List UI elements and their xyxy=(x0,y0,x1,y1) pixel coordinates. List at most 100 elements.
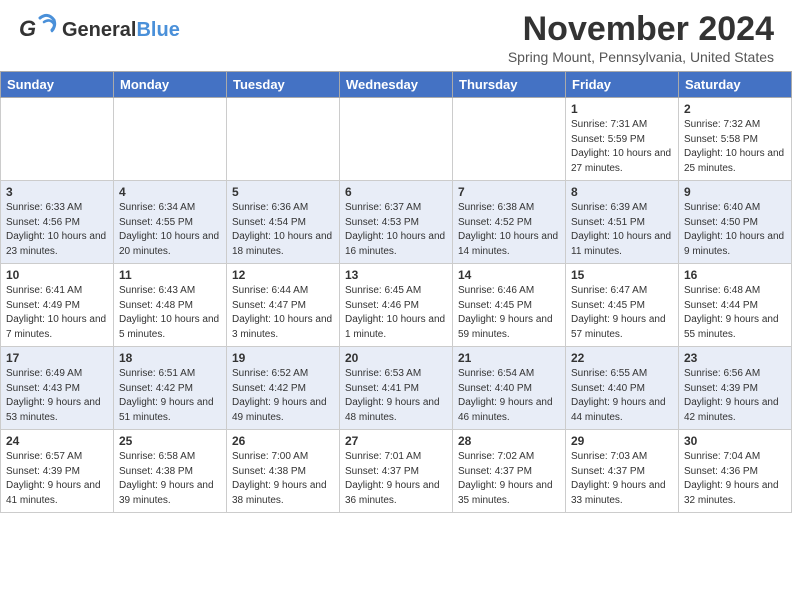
day-info: Sunrise: 6:54 AM Sunset: 4:40 PM Dayligh… xyxy=(458,367,560,425)
day-number: 21 xyxy=(458,351,560,365)
day-of-week-header: Tuesday xyxy=(227,72,340,98)
calendar-cell: 5 Sunrise: 6:36 AM Sunset: 4:54 PM Daylig… xyxy=(227,181,340,264)
day-number: 7 xyxy=(458,185,560,199)
day-info: Sunrise: 6:51 AM Sunset: 4:42 PM Dayligh… xyxy=(119,367,221,425)
day-info: Sunrise: 7:32 AM Sunset: 5:58 PM Dayligh… xyxy=(684,118,786,176)
logo-general: General xyxy=(62,19,136,42)
day-info: Sunrise: 6:44 AM Sunset: 4:47 PM Dayligh… xyxy=(232,284,334,342)
day-number: 24 xyxy=(6,434,108,448)
calendar-cell: 21 Sunrise: 6:54 AM Sunset: 4:40 PM Dayli… xyxy=(453,347,566,430)
day-number: 2 xyxy=(684,102,786,116)
day-number: 4 xyxy=(119,185,221,199)
day-info: Sunrise: 6:55 AM Sunset: 4:40 PM Dayligh… xyxy=(571,367,673,425)
calendar-cell xyxy=(114,98,227,181)
calendar-cell xyxy=(1,98,114,181)
day-info: Sunrise: 6:57 AM Sunset: 4:39 PM Dayligh… xyxy=(6,450,108,508)
calendar-week-row: 24 Sunrise: 6:57 AM Sunset: 4:39 PM Dayli… xyxy=(1,430,792,513)
day-number: 28 xyxy=(458,434,560,448)
calendar-cell: 4 Sunrise: 6:34 AM Sunset: 4:55 PM Daylig… xyxy=(114,181,227,264)
calendar-cell: 25Sunrise: 6:58 AM Sunset: 4:38 PM Dayli… xyxy=(114,430,227,513)
day-number: 5 xyxy=(232,185,334,199)
calendar-table: SundayMondayTuesdayWednesdayThursdayFrid… xyxy=(0,71,792,513)
day-number: 13 xyxy=(345,268,447,282)
day-info: Sunrise: 7:01 AM Sunset: 4:37 PM Dayligh… xyxy=(345,450,447,508)
calendar-cell: 7 Sunrise: 6:38 AM Sunset: 4:52 PM Daylig… xyxy=(453,181,566,264)
calendar-cell: 28Sunrise: 7:02 AM Sunset: 4:37 PM Dayli… xyxy=(453,430,566,513)
day-number: 23 xyxy=(684,351,786,365)
day-number: 9 xyxy=(684,185,786,199)
calendar-cell: 10 Sunrise: 6:41 AM Sunset: 4:49 PM Dayli… xyxy=(1,264,114,347)
calendar-cell: 1 Sunrise: 7:31 AM Sunset: 5:59 PM Daylig… xyxy=(566,98,679,181)
calendar-cell: 30Sunrise: 7:04 AM Sunset: 4:36 PM Dayli… xyxy=(679,430,792,513)
day-number: 26 xyxy=(232,434,334,448)
day-info: Sunrise: 6:41 AM Sunset: 4:49 PM Dayligh… xyxy=(6,284,108,342)
day-number: 29 xyxy=(571,434,673,448)
calendar-week-row: 10 Sunrise: 6:41 AM Sunset: 4:49 PM Dayli… xyxy=(1,264,792,347)
day-number: 20 xyxy=(345,351,447,365)
calendar-header-row: SundayMondayTuesdayWednesdayThursdayFrid… xyxy=(1,72,792,98)
day-info: Sunrise: 6:56 AM Sunset: 4:39 PM Dayligh… xyxy=(684,367,786,425)
day-number: 3 xyxy=(6,185,108,199)
day-info: Sunrise: 6:37 AM Sunset: 4:53 PM Dayligh… xyxy=(345,201,447,259)
day-of-week-header: Wednesday xyxy=(340,72,453,98)
logo: G General Blue xyxy=(18,10,180,50)
day-number: 14 xyxy=(458,268,560,282)
svg-text:G: G xyxy=(19,16,36,41)
calendar-week-row: 1 Sunrise: 7:31 AM Sunset: 5:59 PM Daylig… xyxy=(1,98,792,181)
day-info: Sunrise: 6:49 AM Sunset: 4:43 PM Dayligh… xyxy=(6,367,108,425)
day-info: Sunrise: 6:53 AM Sunset: 4:41 PM Dayligh… xyxy=(345,367,447,425)
day-info: Sunrise: 6:33 AM Sunset: 4:56 PM Dayligh… xyxy=(6,201,108,259)
calendar-cell: 6 Sunrise: 6:37 AM Sunset: 4:53 PM Daylig… xyxy=(340,181,453,264)
day-of-week-header: Monday xyxy=(114,72,227,98)
day-of-week-header: Thursday xyxy=(453,72,566,98)
calendar-cell: 22Sunrise: 6:55 AM Sunset: 4:40 PM Dayli… xyxy=(566,347,679,430)
calendar-cell: 11 Sunrise: 6:43 AM Sunset: 4:48 PM Dayli… xyxy=(114,264,227,347)
day-info: Sunrise: 7:31 AM Sunset: 5:59 PM Dayligh… xyxy=(571,118,673,176)
day-number: 27 xyxy=(345,434,447,448)
day-info: Sunrise: 6:40 AM Sunset: 4:50 PM Dayligh… xyxy=(684,201,786,259)
calendar-cell: 12 Sunrise: 6:44 AM Sunset: 4:47 PM Dayli… xyxy=(227,264,340,347)
calendar-week-row: 17Sunrise: 6:49 AM Sunset: 4:43 PM Dayli… xyxy=(1,347,792,430)
calendar-cell: 14 Sunrise: 6:46 AM Sunset: 4:45 PM Dayli… xyxy=(453,264,566,347)
day-number: 15 xyxy=(571,268,673,282)
day-info: Sunrise: 6:45 AM Sunset: 4:46 PM Dayligh… xyxy=(345,284,447,342)
day-of-week-header: Saturday xyxy=(679,72,792,98)
day-of-week-header: Sunday xyxy=(1,72,114,98)
calendar-cell: 26 Sunrise: 7:00 AM Sunset: 4:38 PM Dayli… xyxy=(227,430,340,513)
calendar-cell: 18Sunrise: 6:51 AM Sunset: 4:42 PM Dayli… xyxy=(114,347,227,430)
calendar-cell: 29Sunrise: 7:03 AM Sunset: 4:37 PM Dayli… xyxy=(566,430,679,513)
day-info: Sunrise: 6:48 AM Sunset: 4:44 PM Dayligh… xyxy=(684,284,786,342)
calendar-cell: 27 Sunrise: 7:01 AM Sunset: 4:37 PM Dayli… xyxy=(340,430,453,513)
page-header: G General Blue November 2024 Spring Moun… xyxy=(0,0,792,71)
day-info: Sunrise: 6:36 AM Sunset: 4:54 PM Dayligh… xyxy=(232,201,334,259)
calendar-cell: 2 Sunrise: 7:32 AM Sunset: 5:58 PM Daylig… xyxy=(679,98,792,181)
day-number: 10 xyxy=(6,268,108,282)
day-number: 8 xyxy=(571,185,673,199)
day-info: Sunrise: 6:38 AM Sunset: 4:52 PM Dayligh… xyxy=(458,201,560,259)
calendar-cell: 15Sunrise: 6:47 AM Sunset: 4:45 PM Dayli… xyxy=(566,264,679,347)
calendar-cell: 17Sunrise: 6:49 AM Sunset: 4:43 PM Dayli… xyxy=(1,347,114,430)
calendar-cell: 23 Sunrise: 6:56 AM Sunset: 4:39 PM Dayli… xyxy=(679,347,792,430)
day-of-week-header: Friday xyxy=(566,72,679,98)
day-number: 12 xyxy=(232,268,334,282)
main-title: November 2024 xyxy=(508,10,774,49)
title-block: November 2024 Spring Mount, Pennsylvania… xyxy=(508,10,774,65)
calendar-cell: 13 Sunrise: 6:45 AM Sunset: 4:46 PM Dayli… xyxy=(340,264,453,347)
day-number: 6 xyxy=(345,185,447,199)
calendar-cell: 9 Sunrise: 6:40 AM Sunset: 4:50 PM Daylig… xyxy=(679,181,792,264)
day-info: Sunrise: 6:52 AM Sunset: 4:42 PM Dayligh… xyxy=(232,367,334,425)
calendar-cell xyxy=(340,98,453,181)
day-info: Sunrise: 7:04 AM Sunset: 4:36 PM Dayligh… xyxy=(684,450,786,508)
subtitle: Spring Mount, Pennsylvania, United State… xyxy=(508,49,774,65)
day-info: Sunrise: 7:00 AM Sunset: 4:38 PM Dayligh… xyxy=(232,450,334,508)
calendar-cell: 3 Sunrise: 6:33 AM Sunset: 4:56 PM Daylig… xyxy=(1,181,114,264)
calendar-cell xyxy=(453,98,566,181)
calendar-cell xyxy=(227,98,340,181)
day-info: Sunrise: 6:43 AM Sunset: 4:48 PM Dayligh… xyxy=(119,284,221,342)
day-info: Sunrise: 6:46 AM Sunset: 4:45 PM Dayligh… xyxy=(458,284,560,342)
day-number: 1 xyxy=(571,102,673,116)
logo-icon: G xyxy=(18,10,58,50)
day-info: Sunrise: 6:34 AM Sunset: 4:55 PM Dayligh… xyxy=(119,201,221,259)
calendar-cell: 24 Sunrise: 6:57 AM Sunset: 4:39 PM Dayli… xyxy=(1,430,114,513)
day-number: 11 xyxy=(119,268,221,282)
